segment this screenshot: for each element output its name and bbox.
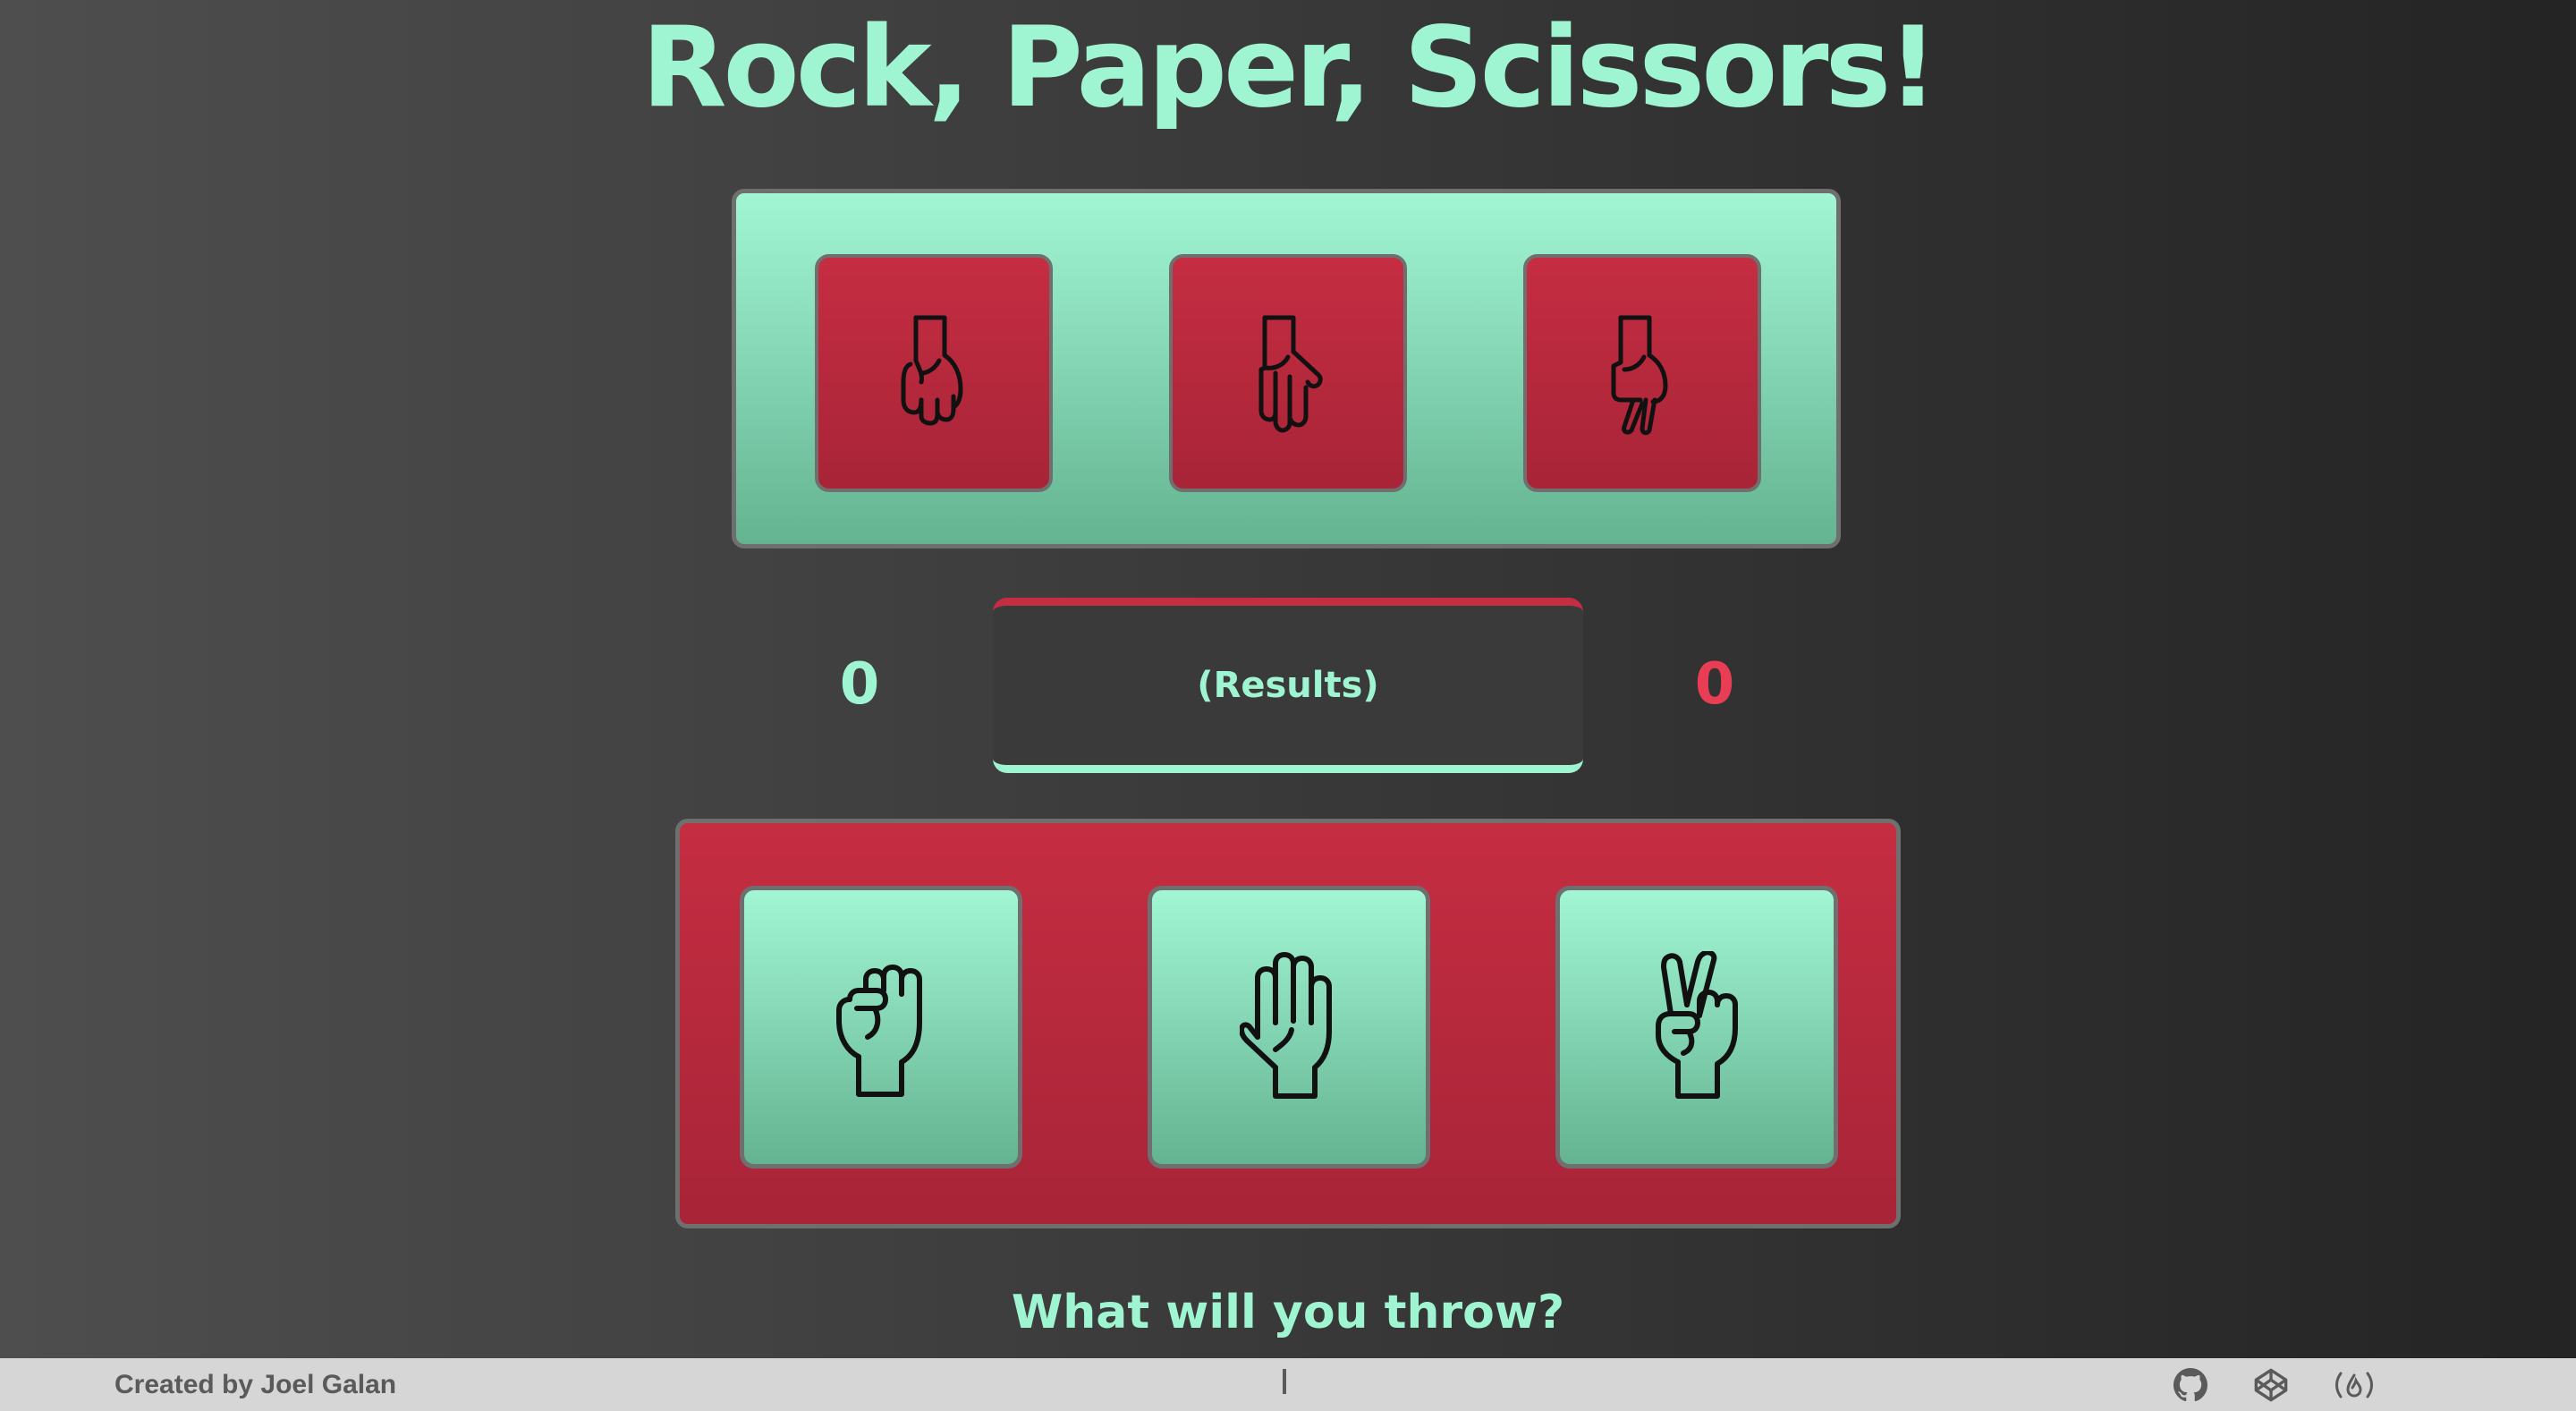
- rock-button[interactable]: [740, 886, 1022, 1169]
- footer-divider: [1283, 1369, 1286, 1394]
- github-icon: [2174, 1368, 2207, 1402]
- computer-choice-panel: [732, 189, 1841, 548]
- computer-paper-tile: [1169, 254, 1407, 492]
- scissors-button[interactable]: [1555, 886, 1838, 1169]
- scissors-hand-icon: [1611, 315, 1668, 436]
- computer-scissors-tile: [1523, 254, 1761, 492]
- github-link[interactable]: [2173, 1367, 2208, 1403]
- codepen-icon: [2254, 1368, 2288, 1402]
- footer-credit: Created by Joel Galan: [114, 1370, 397, 1399]
- open-hand-icon: [1240, 952, 1332, 1099]
- results-box: (Results): [993, 598, 1583, 773]
- paper-hand-icon: [1258, 315, 1323, 433]
- throw-prompt: What will you throw?: [1011, 1286, 1565, 1339]
- paper-button[interactable]: [1148, 886, 1430, 1169]
- codepen-link[interactable]: [2253, 1367, 2289, 1403]
- footer: Created by Joel Galan: [0, 1358, 2576, 1411]
- player-score: 0: [839, 651, 880, 718]
- freecodecamp-link[interactable]: [2333, 1367, 2376, 1403]
- rock-hand-icon: [901, 315, 963, 426]
- freecodecamp-icon: [2335, 1372, 2373, 1398]
- page-title: Rock, Paper, Scissors!: [641, 4, 1938, 132]
- fist-icon: [836, 965, 922, 1097]
- computer-rock-tile: [815, 254, 1053, 492]
- peace-sign-icon: [1656, 951, 1738, 1099]
- player-choice-panel: [675, 819, 1901, 1228]
- results-text: (Results): [1197, 665, 1379, 706]
- computer-score: 0: [1694, 651, 1735, 718]
